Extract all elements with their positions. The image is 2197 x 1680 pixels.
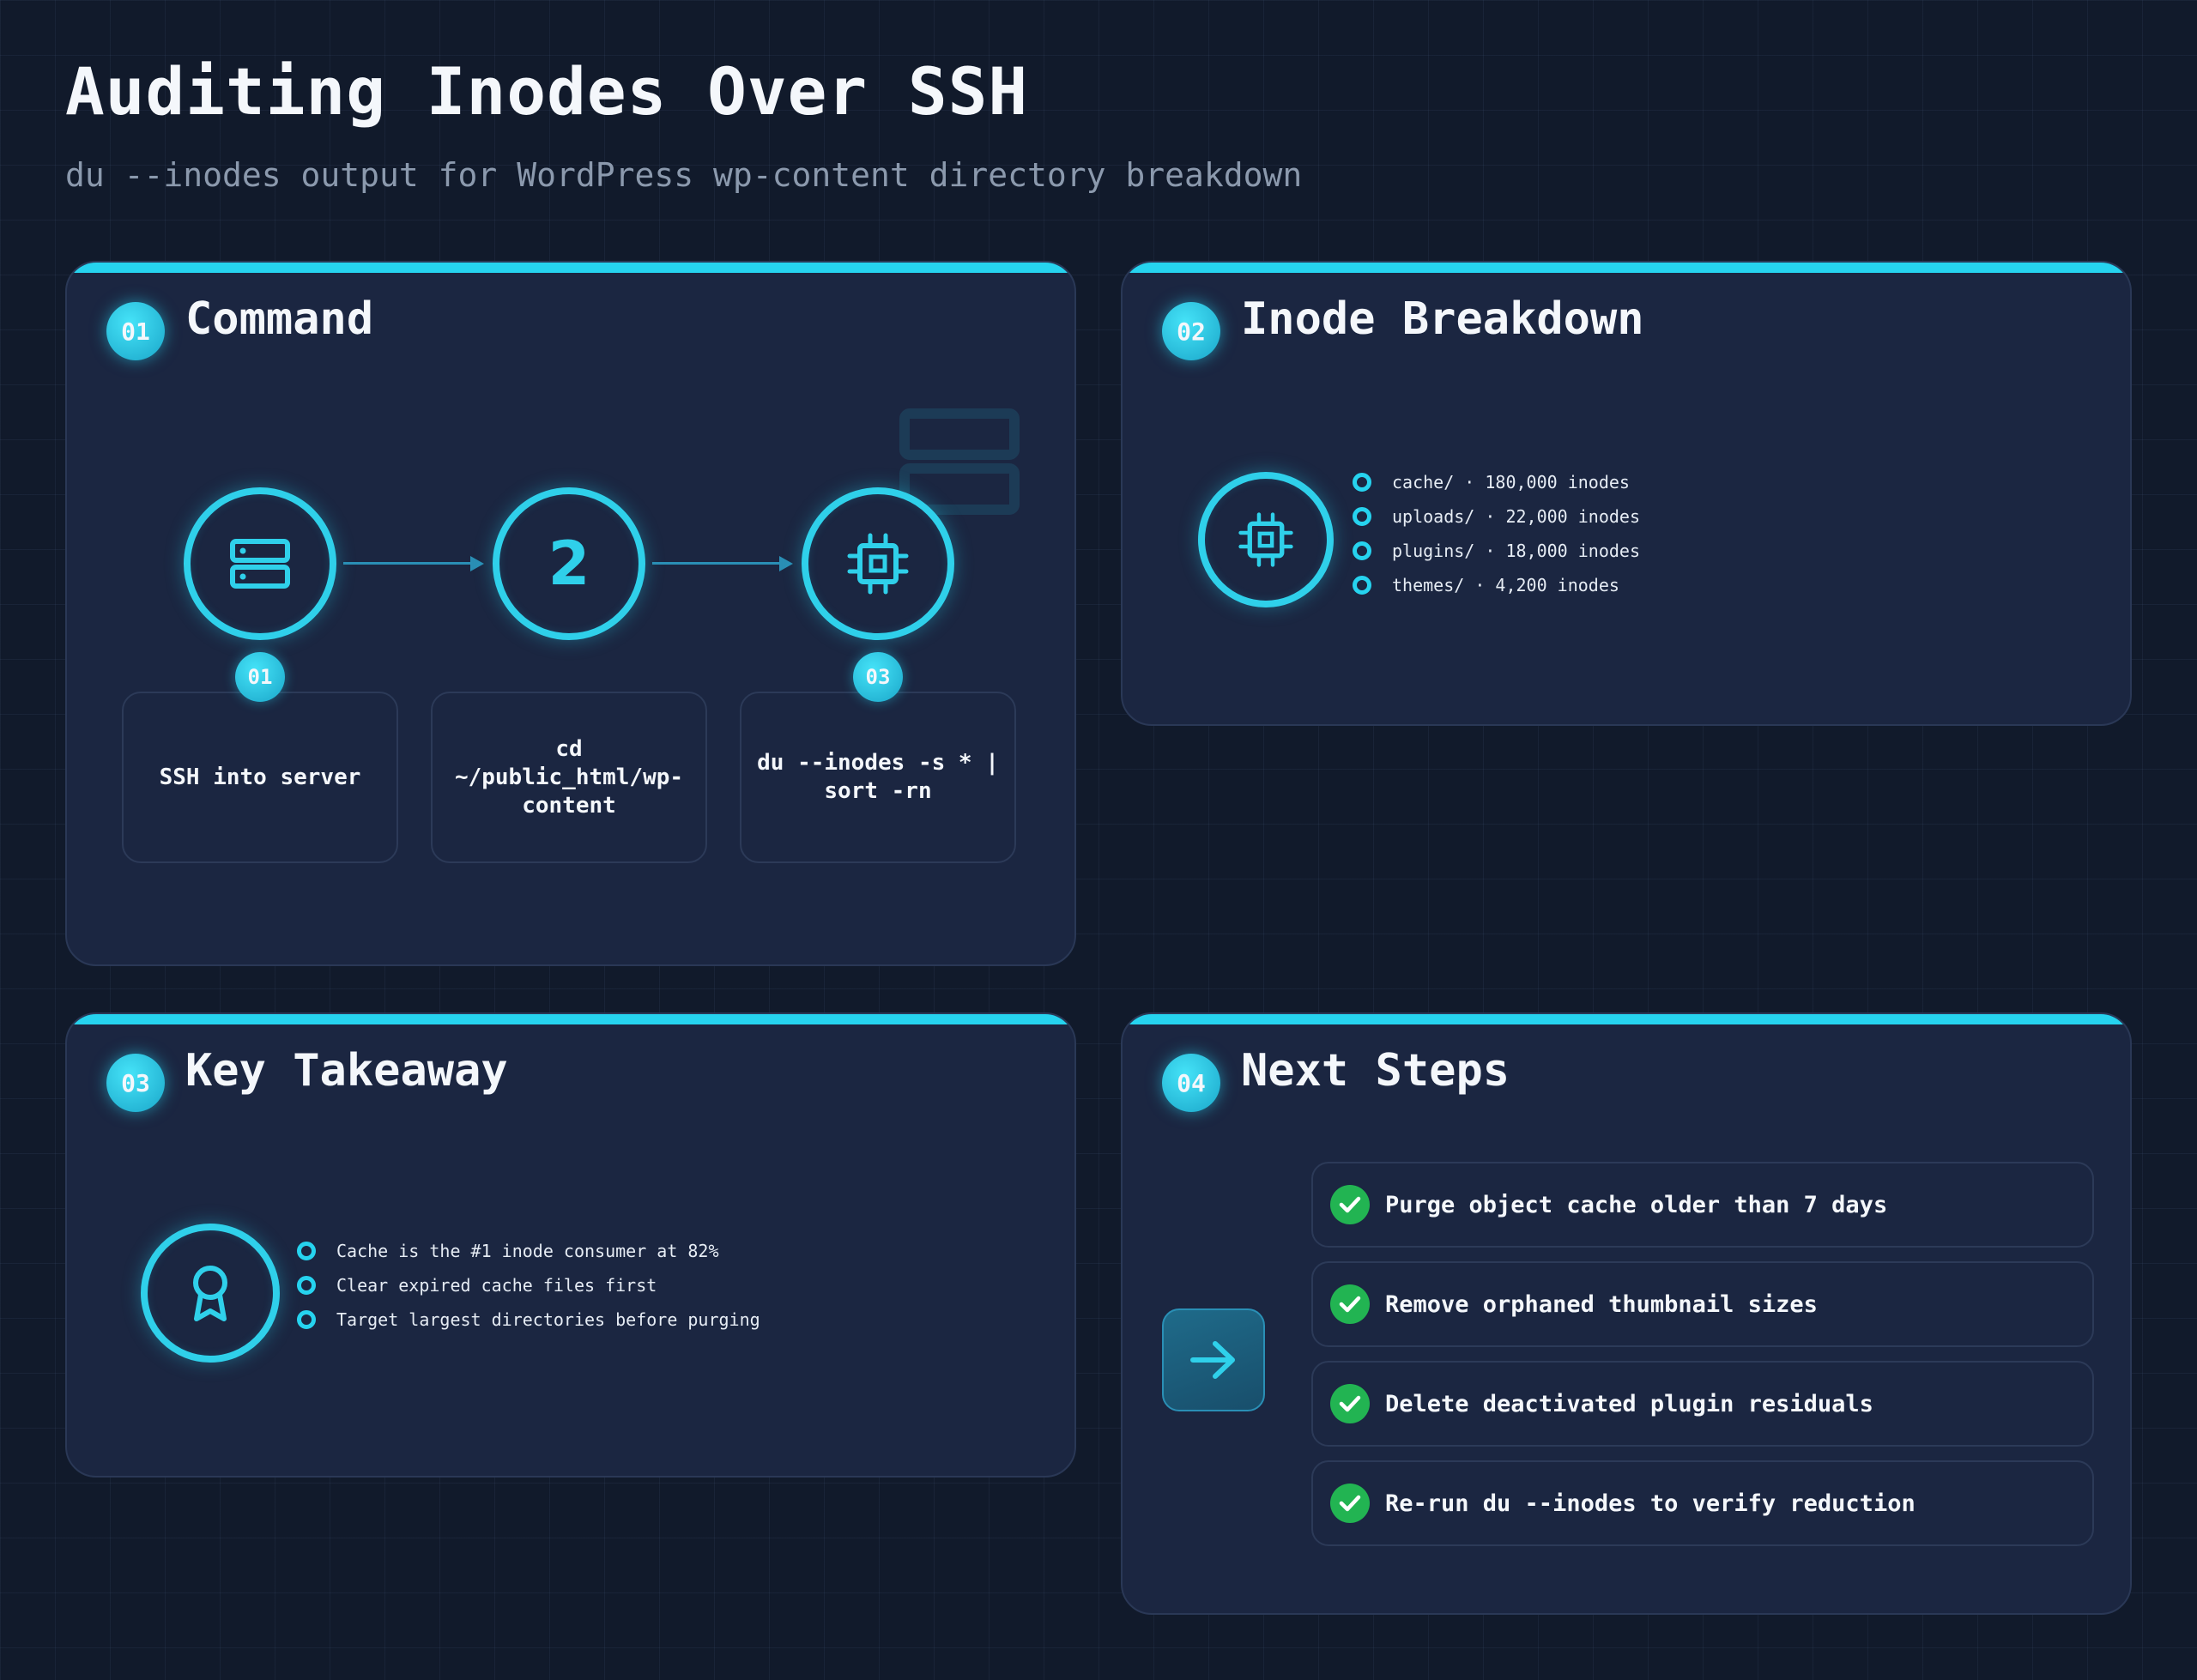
list-item: uploads/ · 22,000 inodes — [1353, 499, 1640, 534]
flow-node-cd: 2 — [493, 487, 645, 640]
next-step-item: Delete deactivated plugin residuals — [1311, 1361, 2094, 1447]
next-step-text: Delete deactivated plugin residuals — [1385, 1390, 1873, 1417]
card-number-badge: 01 — [106, 302, 165, 360]
card-title: Key Takeaway — [185, 1045, 508, 1097]
bullet-dot — [297, 1242, 316, 1260]
next-step-text: Remove orphaned thumbnail sizes — [1385, 1290, 1818, 1318]
step-label-ssh: SSH into server — [122, 692, 398, 863]
list-item: cache/ · 180,000 inodes — [1353, 465, 1640, 499]
bullet-dot — [1353, 576, 1371, 595]
step-label-cd: cd ~/public_html/wp-content — [431, 692, 707, 863]
list-item: Target largest directories before purgin… — [297, 1302, 760, 1337]
next-arrow-button[interactable] — [1162, 1308, 1265, 1411]
bullet-dot — [1353, 541, 1371, 560]
bullet-dot — [297, 1310, 316, 1329]
card-number-badge: 02 — [1162, 302, 1220, 360]
bullet-dot — [1353, 473, 1371, 492]
card-title: Next Steps — [1241, 1045, 1510, 1097]
page-subtitle: du --inodes output for WordPress wp-cont… — [65, 156, 1303, 194]
page-title: Auditing Inodes Over SSH — [65, 53, 1029, 130]
server-icon — [230, 539, 290, 589]
check-icon — [1330, 1185, 1370, 1224]
arrow-right-icon — [1190, 1341, 1235, 1379]
key-takeaway-card: 03 Key Takeaway Cache is the #1 inode co… — [65, 1012, 1076, 1478]
takeaway-icon-ring — [141, 1224, 280, 1363]
step-text: SSH into server — [159, 764, 361, 790]
check-icon — [1330, 1484, 1370, 1523]
list-item: themes/ · 4,200 inodes — [1353, 568, 1640, 602]
list-item-text: Cache is the #1 inode consumer at 82% — [336, 1241, 719, 1261]
step-text: du --inodes -s * | sort -rn — [757, 750, 999, 804]
list-item: Cache is the #1 inode consumer at 82% — [297, 1234, 760, 1268]
step-label-du: du --inodes -s * | sort -rn — [740, 692, 1016, 863]
card-title: Inode Breakdown — [1241, 293, 1644, 345]
next-steps-card: 04 Next Steps Purge object cache older t… — [1121, 1012, 2132, 1615]
flow-node-ssh — [184, 487, 336, 640]
list-item-text: themes/ · 4,200 inodes — [1392, 575, 1619, 595]
list-item-text: cache/ · 180,000 inodes — [1392, 472, 1630, 493]
list-item-text: Target largest directories before purgin… — [336, 1309, 760, 1330]
takeaway-list: Cache is the #1 inode consumer at 82% Cl… — [297, 1234, 760, 1337]
chip-icon — [847, 533, 909, 595]
list-item-text: uploads/ · 22,000 inodes — [1392, 506, 1640, 527]
flow-connector — [652, 562, 781, 565]
card-number-badge: 04 — [1162, 1054, 1220, 1112]
next-step-item: Re-run du --inodes to verify reduction — [1311, 1460, 2094, 1546]
list-item: plugins/ · 18,000 inodes — [1353, 534, 1640, 568]
check-icon — [1330, 1284, 1370, 1324]
list-item-text: Clear expired cache files first — [336, 1275, 657, 1296]
breakdown-icon-ring — [1198, 472, 1334, 607]
inode-list: cache/ · 180,000 inodes uploads/ · 22,00… — [1353, 465, 1640, 602]
flow-connector — [343, 562, 472, 565]
chip-icon — [1238, 512, 1293, 567]
bullet-dot — [297, 1276, 316, 1295]
list-item: Clear expired cache files first — [297, 1268, 760, 1302]
card-title: Command — [185, 293, 374, 345]
step-text: cd ~/public_html/wp-content — [454, 735, 684, 819]
inode-breakdown-card: 02 Inode Breakdown cache/ · 180,000 inod… — [1121, 261, 2132, 726]
check-icon — [1330, 1384, 1370, 1423]
next-step-item: Purge object cache older than 7 days — [1311, 1162, 2094, 1248]
next-step-item: Remove orphaned thumbnail sizes — [1311, 1261, 2094, 1347]
award-icon — [193, 1266, 227, 1321]
bullet-dot — [1353, 507, 1371, 526]
next-step-text: Purge object cache older than 7 days — [1385, 1191, 1888, 1218]
flow-node-du — [802, 487, 954, 640]
flow-arrowhead — [470, 556, 484, 571]
next-step-text: Re-run du --inodes to verify reduction — [1385, 1490, 1916, 1517]
step-badge: 03 — [853, 652, 903, 702]
step-badge: 01 — [235, 652, 285, 702]
list-item-text: plugins/ · 18,000 inodes — [1392, 541, 1640, 561]
flow-arrowhead — [779, 556, 793, 571]
step-number: 2 — [548, 529, 590, 599]
command-card: 01 Command 2 01 03 SSH into server cd ~/… — [65, 261, 1076, 966]
card-number-badge: 03 — [106, 1054, 165, 1112]
